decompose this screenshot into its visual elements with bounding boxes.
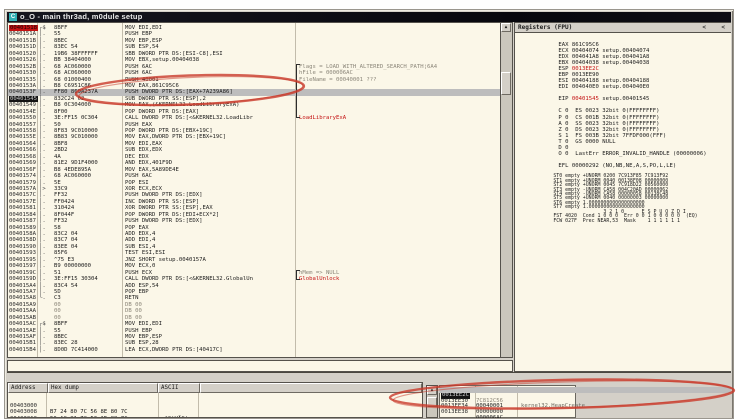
stack-content: 0013EE2C 7C812C56 kernel32.HeapCreate 00… <box>439 385 731 418</box>
disassembly-rows: 00401518 ┌$ 8BFF MOV EDI,EDI 0040151A │.… <box>8 25 500 353</box>
dump-header-filler <box>200 383 422 393</box>
comment-bracket-args <box>296 270 300 280</box>
dump-row[interactable]: 00403010 41 B2 80 7C DF F9 88 7C A▓Ç|▀∙ê… <box>8 409 422 415</box>
dump-header-row: Address Hex dump ASCII <box>8 383 422 393</box>
titlebar[interactable]: C o_O - main thr3ad, m0dule setup <box>7 12 731 22</box>
window-icon[interactable]: C <box>9 13 17 21</box>
dump-address-cell: 00403010 <box>10 416 37 418</box>
chevron-left-icon[interactable]: < <box>702 23 706 33</box>
bottom-section: Address Hex dump ASCII 00403000 B7 24 80… <box>7 372 731 418</box>
address-cell: 004015B4 <box>9 347 36 353</box>
memory-dump-pane[interactable]: Address Hex dump ASCII 00403000 B7 24 80… <box>7 382 423 418</box>
registers-header-label: Registers (FPU) <box>518 24 572 31</box>
dump-header-ascii[interactable]: ASCII <box>158 383 200 393</box>
registers-header: Registers (FPU) < < <box>515 23 731 33</box>
stack-row[interactable]: 0013EE38 000006AC <box>439 404 731 410</box>
register-lines: EAX 861C95C6 ECX 00404074 setup.00404074… <box>518 36 731 219</box>
register-text: EFL 00000292 (NO,NB,NE,A,S,PO,L,LE) <box>558 163 676 169</box>
scroll-thumb[interactable] <box>427 397 437 407</box>
bytes-cell: 8D0D 7C414000 <box>54 347 98 353</box>
dump-hex-cell: 50 AC 81 7C 53 1D 88 7C <box>50 416 127 418</box>
stack-pane[interactable]: ▲ 0013EE2C 7C812C56 kerne <box>426 385 731 418</box>
stack-value-cell: 000006AC <box>476 416 503 418</box>
disassembly-scrollbar[interactable]: ▲ <box>501 22 513 358</box>
register-text: FCW 027F Prec NEAR,53 Mask 1 1 1 1 1 1 <box>553 218 680 224</box>
instruction-cell: LEA ECX,DWORD PTR DS:[40417C] <box>125 347 223 353</box>
register-text: EDI 004040E0 setup.004040E0 <box>558 84 649 90</box>
scroll-up-icon[interactable]: ▲ <box>427 386 437 395</box>
ollydbg-cpu-window: C o_O - main thr3ad, m0dule setup 004015… <box>4 9 734 419</box>
client-area: 00401518 ┌$ 8BFF MOV EDI,EDI 0040151A │.… <box>7 22 731 418</box>
scroll-up-icon[interactable]: ▲ <box>501 23 511 32</box>
disasm-row[interactable]: 004015B4 │. 8D0D 7C414000 LEA ECX,DWORD … <box>8 347 500 353</box>
chevron-left-icon[interactable]: < <box>721 23 725 33</box>
dump-rows: 00403000 B7 24 80 7C 56 8E 80 7C ╖$Ç|VÄÇ… <box>8 397 422 416</box>
stack-scrollbar[interactable]: ▲ <box>426 385 438 418</box>
register-text: EIP <box>558 96 571 102</box>
window-title: o_O - main thr3ad, m0dule setup <box>20 12 142 22</box>
register-value-changed: 00401545 <box>572 96 599 102</box>
registers-pane[interactable]: Registers (FPU) < < EAX 861C95C6 ECX 004… <box>514 22 731 372</box>
register-text: O 0 LastErr ERROR_INVALID_HANDLE (000000… <box>558 151 706 157</box>
disassembly-pane[interactable]: 00401518 ┌$ 8BFF MOV EDI,EDI 0040151A │.… <box>7 22 501 358</box>
info-pane[interactable] <box>7 360 513 372</box>
dump-header-hex[interactable]: Hex dump <box>48 383 158 393</box>
dump-ascii-cell: ╖$Ç|VÄÇ| <box>161 416 188 418</box>
stack-address-cell: 0013EE38 <box>441 410 468 416</box>
comment-bracket-args <box>296 64 300 118</box>
analysis-mark: │. <box>39 347 46 353</box>
register-text: setup.00401545 <box>599 96 650 102</box>
dump-header-address[interactable]: Address <box>8 383 48 393</box>
stack-rows: 0013EE2C 7C812C56 kernel32.HeapCreate 00… <box>439 387 731 410</box>
scroll-thumb[interactable] <box>501 72 511 95</box>
